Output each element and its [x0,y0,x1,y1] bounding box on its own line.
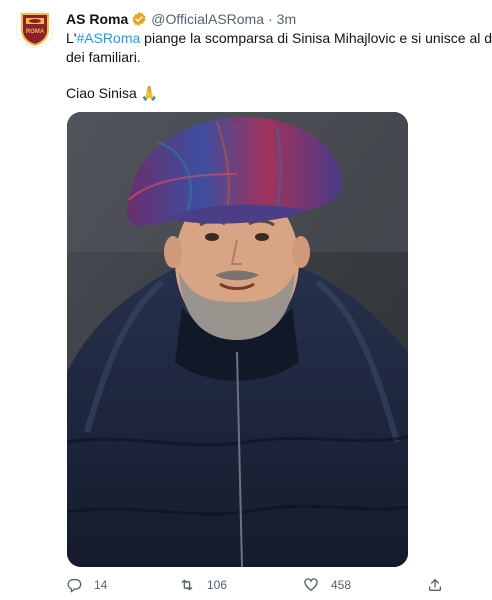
retweet-button[interactable]: 106 [179,577,227,593]
verified-badge-icon [132,12,146,26]
tweet-closing-line: Ciao Sinisa 🙏 [66,85,159,101]
tweet: ROMA AS Roma @OfficialASRoma · 3m L'#ASR… [0,0,492,600]
tweet-time[interactable]: 3m [277,10,296,28]
tweet-text-line2: dei familiari. [66,49,141,65]
as-roma-crest-icon: ROMA [21,13,49,46]
tweet-text-body: piange la scomparsa di Sinisa Mihajlovic… [140,30,492,46]
action-bar: 14 106 458 [66,577,446,597]
reply-icon [67,579,82,593]
like-icon [304,578,318,591]
tweet-text: L'#ASRoma piange la scomparsa di Sinisa … [66,29,492,67]
tweet-text-prefix: L' [66,30,77,46]
retweet-count: 106 [207,578,228,592]
like-count: 458 [331,578,352,592]
portrait-photo [67,112,408,567]
avatar[interactable]: ROMA [16,10,54,48]
tweet-photo[interactable] [67,112,408,567]
reply-button[interactable]: 14 [66,577,107,593]
share-icon [429,579,441,591]
retweet-icon [181,579,193,591]
hashtag-link[interactable]: #ASRoma [76,30,140,46]
svg-text:ROMA: ROMA [26,29,45,35]
tweet-header: AS Roma @OfficialASRoma · 3m [66,10,296,28]
like-button[interactable]: 458 [303,577,351,593]
author-handle[interactable]: @OfficialASRoma [151,10,264,28]
separator-dot: · [268,11,273,27]
share-button[interactable] [427,577,443,593]
author-name[interactable]: AS Roma [66,10,128,28]
reply-count: 14 [94,578,108,592]
